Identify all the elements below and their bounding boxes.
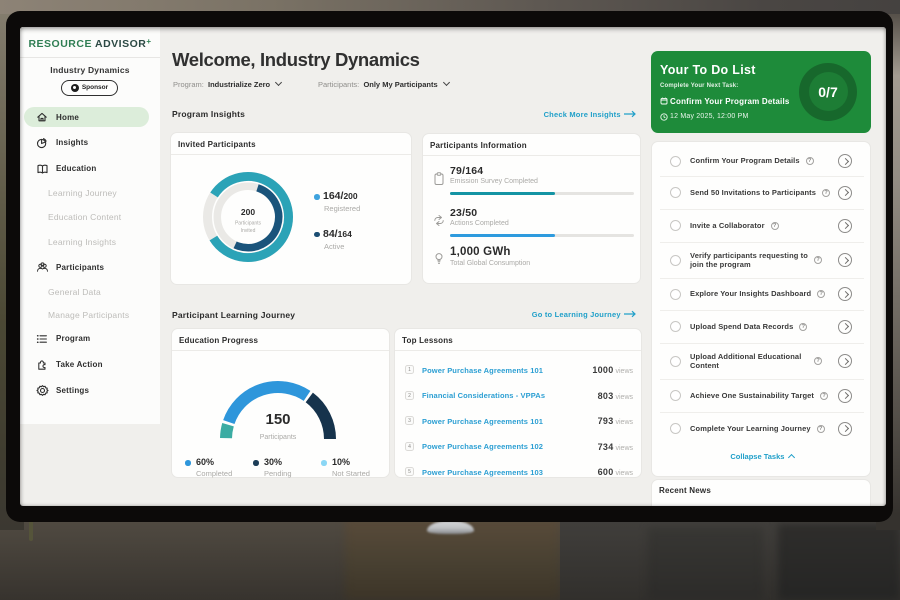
svg-text:Participants: Participants [235,221,262,227]
svg-text:Invited: Invited [241,228,256,234]
svg-text:200: 200 [241,207,255,217]
